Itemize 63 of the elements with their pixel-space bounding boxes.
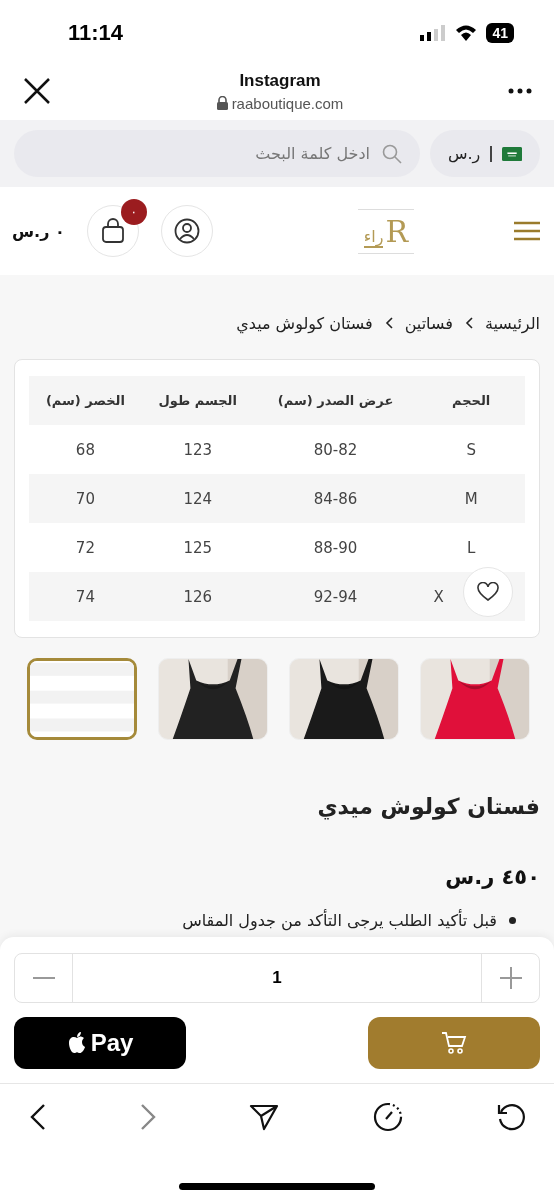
reload-button[interactable] [496, 1101, 526, 1132]
search-icon [382, 143, 402, 164]
table-cell: 84-86 [253, 474, 418, 523]
cart-icon [441, 1031, 467, 1055]
cart-total: ٠ ر.س [12, 221, 65, 241]
search-input[interactable]: ادخل كلمة البحث [32, 143, 372, 164]
bullet-icon [509, 916, 516, 924]
back-button[interactable] [30, 1102, 46, 1131]
breadcrumb-link[interactable]: فستان كولوش ميدي [236, 313, 373, 333]
product-title: فستان كولوش ميدي [316, 794, 540, 819]
signal-icon [420, 25, 447, 41]
table-cell: 70 [29, 474, 142, 523]
share-button[interactable] [249, 1102, 279, 1131]
table-cell: 68 [29, 425, 142, 474]
product-note: قبل تأكيد الطلب يرجى التأكد من جدول المقاس [182, 910, 497, 930]
quantity-value: 1 [72, 954, 482, 1002]
table-cell: S [417, 425, 525, 474]
table-cell: 124 [141, 474, 254, 523]
forward-button[interactable] [139, 1102, 156, 1131]
apple-pay-button[interactable]: Pay [14, 1017, 186, 1069]
cart-count: ٠ [120, 199, 147, 225]
chevron-icon [384, 317, 393, 329]
battery-level: 41 [486, 23, 514, 43]
page-url: raaboutique.com [216, 94, 344, 112]
more-button[interactable] [508, 88, 532, 94]
column-header: عرض الصدر (سم) [253, 376, 418, 425]
table-cell: 123 [141, 425, 254, 474]
quantity-stepper[interactable]: 1 [14, 953, 540, 1003]
breadcrumb-link[interactable]: الرئيسية [484, 313, 540, 333]
search-field[interactable]: ادخل كلمة البحث [14, 130, 420, 177]
minus-icon [32, 977, 55, 979]
apple-icon [66, 1031, 87, 1055]
timer-button[interactable] [372, 1101, 403, 1132]
currency-code: ر.س [448, 144, 481, 163]
table-cell: M [417, 474, 525, 523]
table-cell: 92-94 [253, 572, 418, 621]
menu-button[interactable] [514, 221, 540, 241]
product-price: ٤٥٠ ر.س [444, 865, 540, 889]
thumbnail[interactable] [27, 658, 137, 740]
lock-icon [216, 96, 228, 110]
close-button[interactable] [22, 76, 52, 106]
wifi-icon [454, 24, 479, 42]
table-cell: 88-90 [253, 523, 418, 572]
user-icon [173, 218, 200, 244]
table-cell: L [417, 523, 525, 572]
add-to-cart-button[interactable] [368, 1017, 540, 1069]
plus-icon [499, 967, 522, 989]
table-cell: 125 [141, 523, 254, 572]
page-title: Instagram [239, 70, 321, 91]
status-time: 11:14 [68, 20, 124, 46]
heart-icon [477, 582, 499, 602]
column-header: الخصر (سم) [29, 376, 142, 425]
bag-icon [100, 218, 125, 244]
chevron-icon [464, 317, 473, 329]
table-cell: 126 [141, 572, 254, 621]
breadcrumb-link[interactable]: فساتين [404, 313, 453, 333]
table-cell: 74 [29, 572, 142, 621]
flag-icon [501, 144, 522, 163]
column-header: الحجم [417, 376, 525, 425]
column-header: الجسم طول [141, 376, 254, 425]
currency-selector[interactable]: ر.س [430, 130, 540, 177]
table-cell: 72 [29, 523, 142, 572]
table-cell: 80-82 [253, 425, 418, 474]
